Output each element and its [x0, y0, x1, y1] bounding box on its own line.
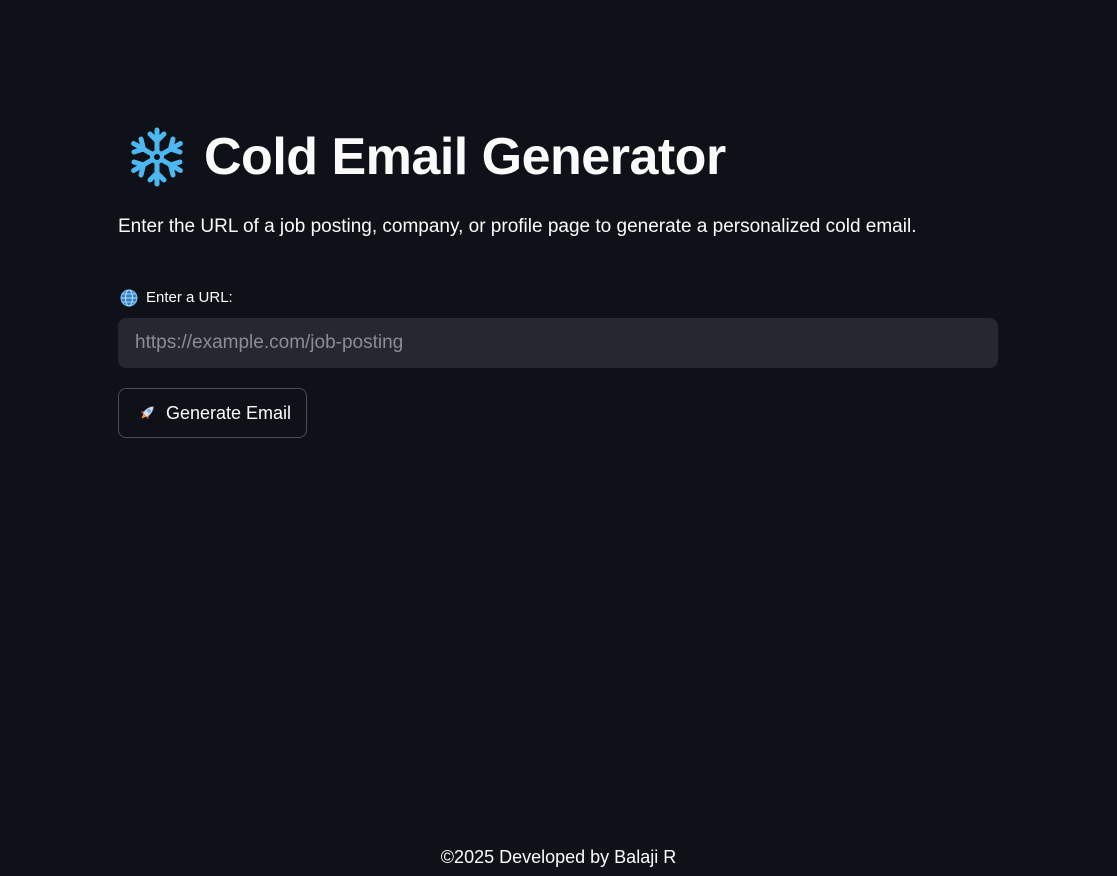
app-page: Cold Email Generator Enter the URL of a … [0, 0, 1117, 876]
footer-credit: ©2025 Developed by Balaji R [440, 847, 677, 867]
page-header: Cold Email Generator [126, 124, 726, 190]
page-title: Cold Email Generator [204, 128, 726, 186]
generate-email-button[interactable]: Generate Email [118, 388, 308, 438]
snowflake-icon [126, 126, 188, 188]
url-field-label: Enter a URL: [120, 288, 233, 308]
generate-email-button-label: Generate Email [166, 402, 292, 423]
url-input[interactable] [118, 318, 998, 368]
globe-icon [120, 289, 138, 307]
page-description: Enter the URL of a job posting, company,… [118, 216, 917, 237]
url-field-label-text: Enter a URL: [146, 289, 233, 306]
rocket-icon [136, 402, 158, 424]
